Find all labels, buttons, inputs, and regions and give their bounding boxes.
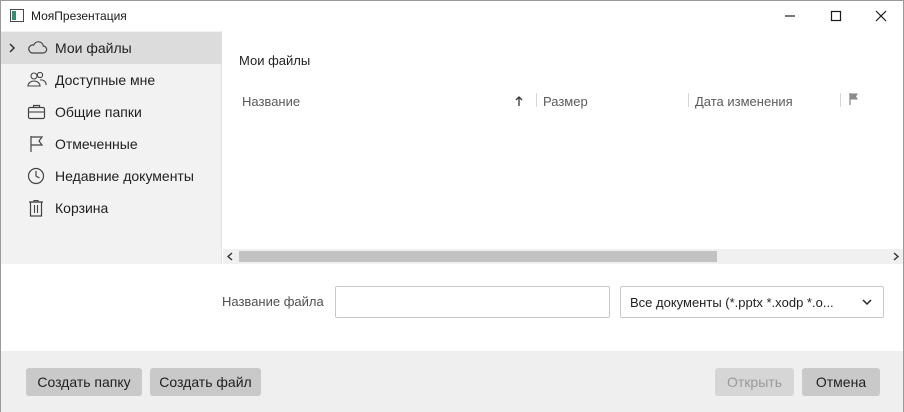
title-bar: МояПрезентация — [1, 1, 903, 31]
file-type-value: Все документы (*.pptx *.xodp *.o... — [630, 295, 834, 310]
cloud-icon — [28, 41, 48, 54]
file-list-panel: Мои файлы Название Размер Дата изменения — [223, 31, 903, 264]
chevron-down-icon — [862, 299, 872, 306]
create-folder-button[interactable]: Создать папку — [26, 368, 142, 396]
minimize-icon — [785, 15, 795, 17]
close-icon — [875, 10, 887, 22]
maximize-icon — [830, 10, 842, 22]
scroll-left-icon[interactable] — [226, 252, 235, 261]
briefcase-icon — [27, 104, 46, 120]
scroll-right-icon[interactable] — [891, 252, 900, 261]
column-header-size[interactable]: Размер — [543, 94, 588, 109]
sidebar-item-recent[interactable]: Недавние документы — [1, 160, 222, 192]
sidebar-item-favorites[interactable]: Отмеченные — [1, 128, 222, 160]
column-separator[interactable] — [536, 93, 537, 107]
trash-icon — [29, 199, 43, 217]
app-icon — [10, 9, 24, 22]
window-title: МояПрезентация — [31, 9, 127, 23]
column-separator[interactable] — [840, 93, 841, 107]
flag-icon — [30, 136, 44, 152]
sidebar-item-label: Недавние документы — [55, 168, 194, 184]
chevron-right-icon[interactable] — [7, 42, 17, 54]
sidebar-item-label: Мои файлы — [55, 40, 132, 56]
close-button[interactable] — [858, 1, 904, 31]
filename-row: Название файла Все документы (*.pptx *.x… — [1, 264, 903, 351]
column-header-modified[interactable]: Дата изменения — [695, 94, 793, 109]
sort-ascending-icon — [515, 96, 523, 106]
sidebar-item-shared-folders[interactable]: Общие папки — [1, 96, 222, 128]
scrollbar-thumb[interactable] — [239, 251, 717, 262]
dialog-footer: Создать папку Создать файл Открыть Отмен… — [1, 351, 903, 412]
sidebar-item-trash[interactable]: Корзина — [1, 192, 222, 224]
file-type-select[interactable]: Все документы (*.pptx *.xodp *.o... — [620, 286, 884, 318]
sidebar-item-label: Доступные мне — [55, 72, 156, 88]
sidebar-item-my-files[interactable]: Мои файлы — [1, 32, 222, 64]
filename-label: Название файла — [222, 294, 324, 309]
sidebar: Мои файлы Доступные мне Общие папки Отме… — [1, 31, 222, 264]
folder-title: Мои файлы — [239, 53, 311, 68]
horizontal-scrollbar[interactable] — [223, 249, 903, 264]
filename-input[interactable] — [335, 286, 610, 318]
flag-column-icon[interactable] — [847, 92, 861, 106]
open-button[interactable]: Открыть — [715, 368, 794, 396]
column-separator[interactable] — [688, 93, 689, 107]
sidebar-item-shared-with-me[interactable]: Доступные мне — [1, 64, 222, 96]
minimize-button[interactable] — [767, 1, 813, 31]
file-dialog-window: МояПрезентация Мои файлы Доступные мне О… — [0, 0, 904, 412]
sidebar-item-label: Отмеченные — [55, 136, 138, 152]
sidebar-item-label: Общие папки — [55, 104, 142, 120]
sidebar-item-label: Корзина — [55, 200, 109, 216]
cancel-button[interactable]: Отмена — [802, 368, 880, 396]
clock-icon — [27, 167, 45, 185]
column-header-name[interactable]: Название — [242, 94, 300, 109]
create-file-button[interactable]: Создать файл — [150, 368, 261, 396]
maximize-button[interactable] — [813, 1, 859, 31]
people-icon — [27, 71, 47, 87]
